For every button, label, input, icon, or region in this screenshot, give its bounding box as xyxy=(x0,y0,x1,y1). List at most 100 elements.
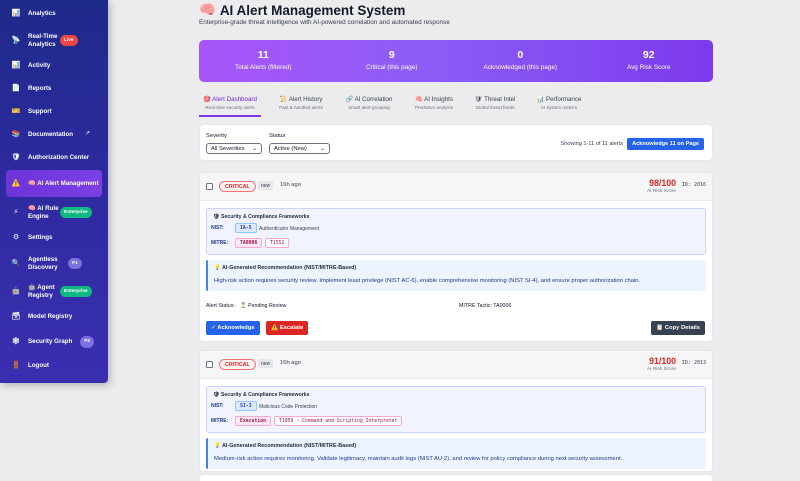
tab-bar: 🎯 Alert Dashboard Real-time security ale… xyxy=(199,95,713,117)
sidebar-item-logout[interactable]: 🚪 Logout xyxy=(6,362,102,370)
sidebar-item-activity[interactable]: 📊 Activity xyxy=(6,62,102,70)
stat-acknowledged: 0 Acknowledged (this page) xyxy=(456,40,585,82)
p1-badge: P1 xyxy=(68,257,82,270)
sidebar-item-analytics[interactable]: 📊 Analytics xyxy=(6,10,102,18)
severity-selected: All Severities xyxy=(211,145,245,152)
alert-status-value: ⏳ Pending Review xyxy=(240,303,287,309)
sidebar-item-ai-rule-engine[interactable]: ⚡ 🧠 AI Rule Engine Enterprise xyxy=(6,205,102,220)
sidebar-item-agentless-discovery[interactable]: 🔍 Agentless Discovery P1 xyxy=(6,256,102,271)
status-label: Status xyxy=(269,133,286,139)
ai-recommendation-text: Medium-risk action requires monitoring. … xyxy=(214,456,623,462)
alert-status-label: Alert Status: xyxy=(206,303,235,309)
tab-label: 🧠 AI Insights xyxy=(415,96,453,103)
sidebar-item-security-graph[interactable]: 🕸 Security Graph P2 xyxy=(6,336,102,348)
sidebar-item-label: Reports xyxy=(28,85,52,92)
ai-recommendation-title: 💡 AI-Generated Recommendation (NIST/MITR… xyxy=(214,443,357,449)
enterprise-badge: Enterprise xyxy=(60,206,92,219)
tab-label: 📊 Performance xyxy=(536,96,582,103)
mitre-tactic-info: MITRE Tactic: TA0006 xyxy=(459,303,512,309)
live-badge: Live xyxy=(60,34,78,47)
stat-label: Avg Risk Score xyxy=(626,64,671,71)
tab-label: 🛡 Threat Intel xyxy=(474,96,516,103)
tab-sublabel: Smart alert grouping xyxy=(348,105,390,110)
nist-key: NIST: xyxy=(211,403,224,409)
stat-label: Total Alerts (filtered) xyxy=(235,64,292,71)
mitre-technique-code: T1552 xyxy=(265,238,290,248)
nist-control-code: SI-3 xyxy=(235,401,257,411)
sidebar-item-settings[interactable]: ⚙ Settings xyxy=(6,234,102,242)
alert-id: ID: 2016 xyxy=(681,182,706,188)
status-badge: new xyxy=(258,359,274,368)
door-icon: 🚪 xyxy=(11,362,21,369)
sidebar-item-authorization-center[interactable]: 🛡 Authorization Center xyxy=(6,154,102,162)
tab-performance[interactable]: 📊 Performance AI system metrics xyxy=(533,95,585,110)
alert-card: CRITICAL new 16h ago 91/100 AI Risk Scor… xyxy=(199,350,713,472)
stat-value: 11 xyxy=(257,49,269,61)
tab-ai-insights[interactable]: 🧠 AI Insights Predictive analysis xyxy=(407,95,461,110)
sidebar-item-label: 🤖 Agent Registry xyxy=(28,284,55,299)
chevron-down-icon: ⌄ xyxy=(252,145,257,152)
tab-label: 📜 Alert History xyxy=(279,96,323,103)
alert-card: CRITICAL new 16h ago 98/100 AI Risk Scor… xyxy=(199,172,713,342)
satellite-icon: 📡 xyxy=(11,36,21,44)
severity-badge: CRITICAL xyxy=(219,181,256,192)
sidebar-item-label: Model Registry xyxy=(28,313,73,320)
acknowledge-page-button[interactable]: Acknowledge 11 on Page xyxy=(627,138,704,150)
sidebar-item-real-time-analytics[interactable]: 📡 Real-Time Analytics Live xyxy=(6,33,102,48)
sidebar-item-label: 🧠 AI Alert Management xyxy=(28,179,99,187)
tab-alert-history[interactable]: 📜 Alert History Past & handled alerts xyxy=(271,95,331,110)
sidebar-item-agent-registry[interactable]: 🤖 🤖 Agent Registry Enterprise xyxy=(6,284,102,299)
tab-threat-intel[interactable]: 🛡 Threat Intel Global threat feeds xyxy=(469,95,521,110)
enterprise-badge: Enterprise xyxy=(60,285,92,298)
frameworks-panel: 🛡 Security & Compliance Frameworks NIST:… xyxy=(206,208,706,255)
risk-score-label: AI Risk Score xyxy=(646,189,676,194)
activity-icon: 📊 xyxy=(11,62,21,69)
severity-label: Severity xyxy=(206,133,227,139)
ai-recommendation-text: High-risk action requires security revie… xyxy=(214,278,641,284)
sidebar-item-label: Activity xyxy=(28,62,51,69)
alert-checkbox[interactable] xyxy=(206,361,213,368)
escalate-button[interactable]: ⚠️ Escalate xyxy=(266,321,309,335)
sidebar-item-support[interactable]: 🎫 Support xyxy=(6,108,102,116)
status-select[interactable]: Active (New) ⌄ xyxy=(269,143,330,154)
frameworks-title: 🛡 Security & Compliance Frameworks xyxy=(213,214,310,220)
lightning-icon: ⚡ xyxy=(13,208,19,216)
sidebar-item-label: 🧠 AI Rule Engine xyxy=(28,205,59,220)
mitre-tactic-code: Execution xyxy=(235,416,271,426)
stat-value: 9 xyxy=(388,49,395,61)
external-link-icon: ↗ xyxy=(84,131,90,137)
status-badge: new xyxy=(258,181,274,190)
stat-label: Critical (this page) xyxy=(366,64,418,71)
sidebar-item-label: Security Graph xyxy=(28,338,73,345)
graph-icon: 🕸 xyxy=(11,338,21,345)
sidebar-item-ai-alert-management[interactable]: ⚠️ 🧠 AI Alert Management xyxy=(6,170,102,197)
tab-sublabel: Real-time security alerts xyxy=(205,105,255,110)
nist-control-desc: Malicious Code Protection xyxy=(259,404,318,410)
stat-label: Acknowledged (this page) xyxy=(483,64,558,71)
alert-time: 16h ago xyxy=(280,182,301,188)
tab-ai-correlation[interactable]: 🔗 AI Correlation Smart alert grouping xyxy=(341,95,397,110)
copy-details-button[interactable]: 📋 Copy Details xyxy=(651,321,705,335)
tab-sublabel: Past & handled alerts xyxy=(279,105,323,110)
books-icon: 📚 xyxy=(11,131,21,138)
alert-card-header: CRITICAL new 16h ago 98/100 AI Risk Scor… xyxy=(200,173,712,201)
stat-value: 0 xyxy=(517,49,524,61)
page-title: 🧠 AI Alert Management System xyxy=(199,2,405,18)
acknowledge-button[interactable]: ✓ Acknowledge xyxy=(206,321,260,335)
alert-time: 16h ago xyxy=(280,360,301,366)
severity-select[interactable]: All Severities ⌄ xyxy=(206,143,262,154)
document-icon: 📄 xyxy=(11,85,21,92)
sidebar-item-model-registry[interactable]: 🗃 Model Registry xyxy=(6,313,102,321)
sidebar-item-documentation[interactable]: 📚 Documentation ↗ xyxy=(6,131,102,139)
mitre-technique-code: T1059 - Command and Scripting Interprete… xyxy=(274,416,403,426)
sidebar-item-label: Support xyxy=(28,108,52,115)
risk-score: 98/100 xyxy=(649,178,676,188)
sidebar-item-reports[interactable]: 📄 Reports xyxy=(6,85,102,93)
tab-alert-dashboard[interactable]: 🎯 Alert Dashboard Real-time security ale… xyxy=(199,95,261,110)
risk-score: 91/100 xyxy=(649,356,676,366)
ai-recommendation: 💡 AI-Generated Recommendation (NIST/MITR… xyxy=(206,260,706,291)
stats-banner: 11 Total Alerts (filtered) 9 Critical (t… xyxy=(199,40,713,82)
alert-checkbox[interactable] xyxy=(206,183,213,190)
nist-key: NIST: xyxy=(211,225,224,231)
chevron-down-icon: ⌄ xyxy=(320,145,325,152)
